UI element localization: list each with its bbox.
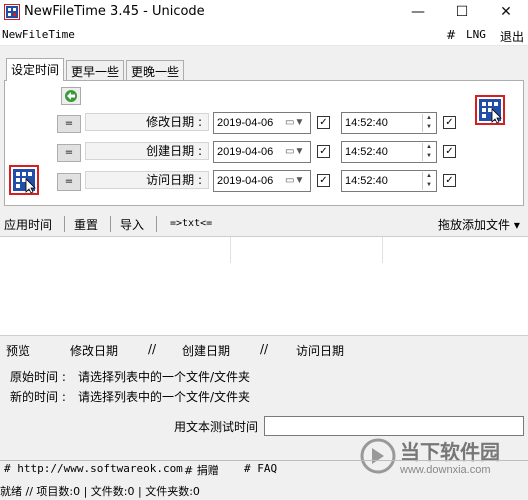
tab-label: 更早一些 — [71, 65, 120, 79]
time-value: 14:52:40 — [345, 146, 388, 158]
toolbar-separator — [156, 216, 157, 232]
refresh-icon[interactable] — [61, 87, 81, 105]
accessed-time-checkbox[interactable]: ✓ — [443, 174, 456, 187]
accessed-eq-button[interactable]: = — [57, 173, 81, 191]
preview-sep: // — [260, 342, 269, 356]
reset-button[interactable]: 重置 — [74, 216, 98, 233]
menu-exit[interactable]: 退出 — [500, 28, 524, 45]
close-button[interactable]: ✕ — [484, 0, 528, 24]
new-time-label: 新的时间 : — [10, 390, 66, 404]
accessed-time-field[interactable]: 14:52:40 ▲ ▼ — [341, 170, 437, 192]
time-spinner-icon[interactable]: ▲ ▼ — [422, 172, 435, 190]
website-link[interactable]: # http://www.softwareok.com — [4, 462, 183, 475]
column-separator — [382, 237, 383, 263]
created-eq-button[interactable]: = — [57, 144, 81, 162]
calendar-dropdown-icon[interactable]: ▭▼ — [285, 145, 307, 159]
preview-header: 预览 修改日期 // 创建日期 // 访问日期 — [0, 340, 528, 360]
links-bar: # http://www.softwareok.com # 捐赠 # FAQ — [0, 460, 528, 478]
drop-add-files-menu[interactable]: 拖放添加文件 ▾ — [438, 216, 520, 233]
menu-app-name[interactable]: NewFileTime — [2, 28, 75, 41]
menu-hash[interactable]: # — [446, 28, 456, 42]
new-time-value: 请选择列表中的一个文件/文件夹 — [78, 390, 251, 404]
minimize-icon: — — [411, 4, 425, 20]
import-button[interactable]: 导入 — [120, 216, 144, 233]
created-date-picker[interactable]: 2019-04-06 ▭▼ — [213, 141, 311, 163]
app-icon — [4, 4, 20, 20]
action-toolbar: 应用时间 重置 导入 =>txt<= 拖放添加文件 ▾ — [0, 212, 528, 236]
modified-eq-button[interactable]: = — [57, 115, 81, 133]
calendar-dropdown-icon[interactable]: ▭▼ — [285, 116, 307, 130]
file-list[interactable] — [0, 236, 528, 336]
preview-created: 创建日期 — [182, 344, 231, 358]
original-time-value: 请选择列表中的一个文件/文件夹 — [78, 370, 251, 384]
accessed-date-checkbox[interactable]: ✓ — [317, 174, 330, 187]
tab-label: 更晚一些 — [131, 65, 180, 79]
time-value: 14:52:40 — [345, 175, 388, 187]
calendar-dropdown-icon[interactable]: ▭▼ — [285, 174, 307, 188]
modified-label: 修改日期 : — [85, 113, 209, 131]
created-time-field[interactable]: 14:52:40 ▲ ▼ — [341, 141, 437, 163]
tab-label: 设定时间 — [11, 63, 60, 77]
window-title: NewFileTime 3.45 - Unicode — [24, 4, 205, 19]
column-separator — [230, 237, 231, 263]
maximize-icon: ☐ — [455, 4, 469, 20]
date-value: 2019-04-06 — [217, 175, 274, 187]
preview-modified: 修改日期 — [70, 344, 119, 358]
original-time-label: 原始时间 : — [10, 370, 66, 384]
modified-date-checkbox[interactable]: ✓ — [317, 116, 330, 129]
tab-later[interactable]: 更晚一些 — [126, 60, 184, 80]
title-bar[interactable]: NewFileTime 3.45 - Unicode — ☐ ✕ — [0, 0, 528, 24]
created-label: 创建日期 : — [85, 142, 209, 160]
apply-time-button[interactable]: 应用时间 — [4, 216, 52, 233]
status-bar: 就绪 // 项目数:0 | 文件数:0 | 文件夹数:0 — [0, 482, 528, 500]
preview-label: 预览 — [6, 344, 31, 358]
toolbar-separator — [110, 216, 111, 232]
close-icon: ✕ — [500, 4, 512, 20]
preview-accessed: 访问日期 — [296, 344, 345, 358]
accessed-label: 访问日期 : — [85, 171, 209, 189]
maximize-button[interactable]: ☐ — [440, 0, 484, 24]
created-time-checkbox[interactable]: ✓ — [443, 145, 456, 158]
status-text: 就绪 // 项目数:0 | 文件数:0 | 文件夹数:0 — [0, 485, 200, 498]
to-txt-button[interactable]: =>txt<= — [170, 218, 212, 229]
tab-set-time[interactable]: 设定时间 — [6, 58, 64, 81]
toolbar-separator — [64, 216, 65, 232]
date-value: 2019-04-06 — [217, 146, 274, 158]
test-time-input[interactable] — [264, 416, 524, 436]
modified-time-checkbox[interactable]: ✓ — [443, 116, 456, 129]
time-spinner-icon[interactable]: ▲ ▼ — [422, 114, 435, 132]
modified-time-field[interactable]: 14:52:40 ▲ ▼ — [341, 112, 437, 134]
donate-link[interactable]: # 捐赠 — [184, 462, 219, 478]
menu-bar: NewFileTime # LNG 退出 — [0, 24, 528, 46]
minimize-button[interactable]: — — [396, 0, 440, 24]
created-date-checkbox[interactable]: ✓ — [317, 145, 330, 158]
menu-language[interactable]: LNG — [466, 28, 486, 41]
date-value: 2019-04-06 — [217, 117, 274, 129]
calendar-cursor-icon — [475, 95, 505, 125]
time-spinner-icon[interactable]: ▲ ▼ — [422, 143, 435, 161]
modified-date-picker[interactable]: 2019-04-06 ▭▼ — [213, 112, 311, 134]
preview-sep: // — [148, 342, 157, 356]
accessed-date-picker[interactable]: 2019-04-06 ▭▼ — [213, 170, 311, 192]
set-time-panel: = 修改日期 : 2019-04-06 ▭▼ ✓ 14:52:40 ▲ ▼ ✓ =… — [4, 80, 524, 206]
tab-earlier[interactable]: 更早一些 — [66, 60, 124, 80]
calendar-cursor-icon — [9, 165, 39, 195]
test-time-label: 用文本测试时间 — [174, 420, 259, 434]
time-value: 14:52:40 — [345, 117, 388, 129]
faq-link[interactable]: # FAQ — [244, 462, 277, 475]
